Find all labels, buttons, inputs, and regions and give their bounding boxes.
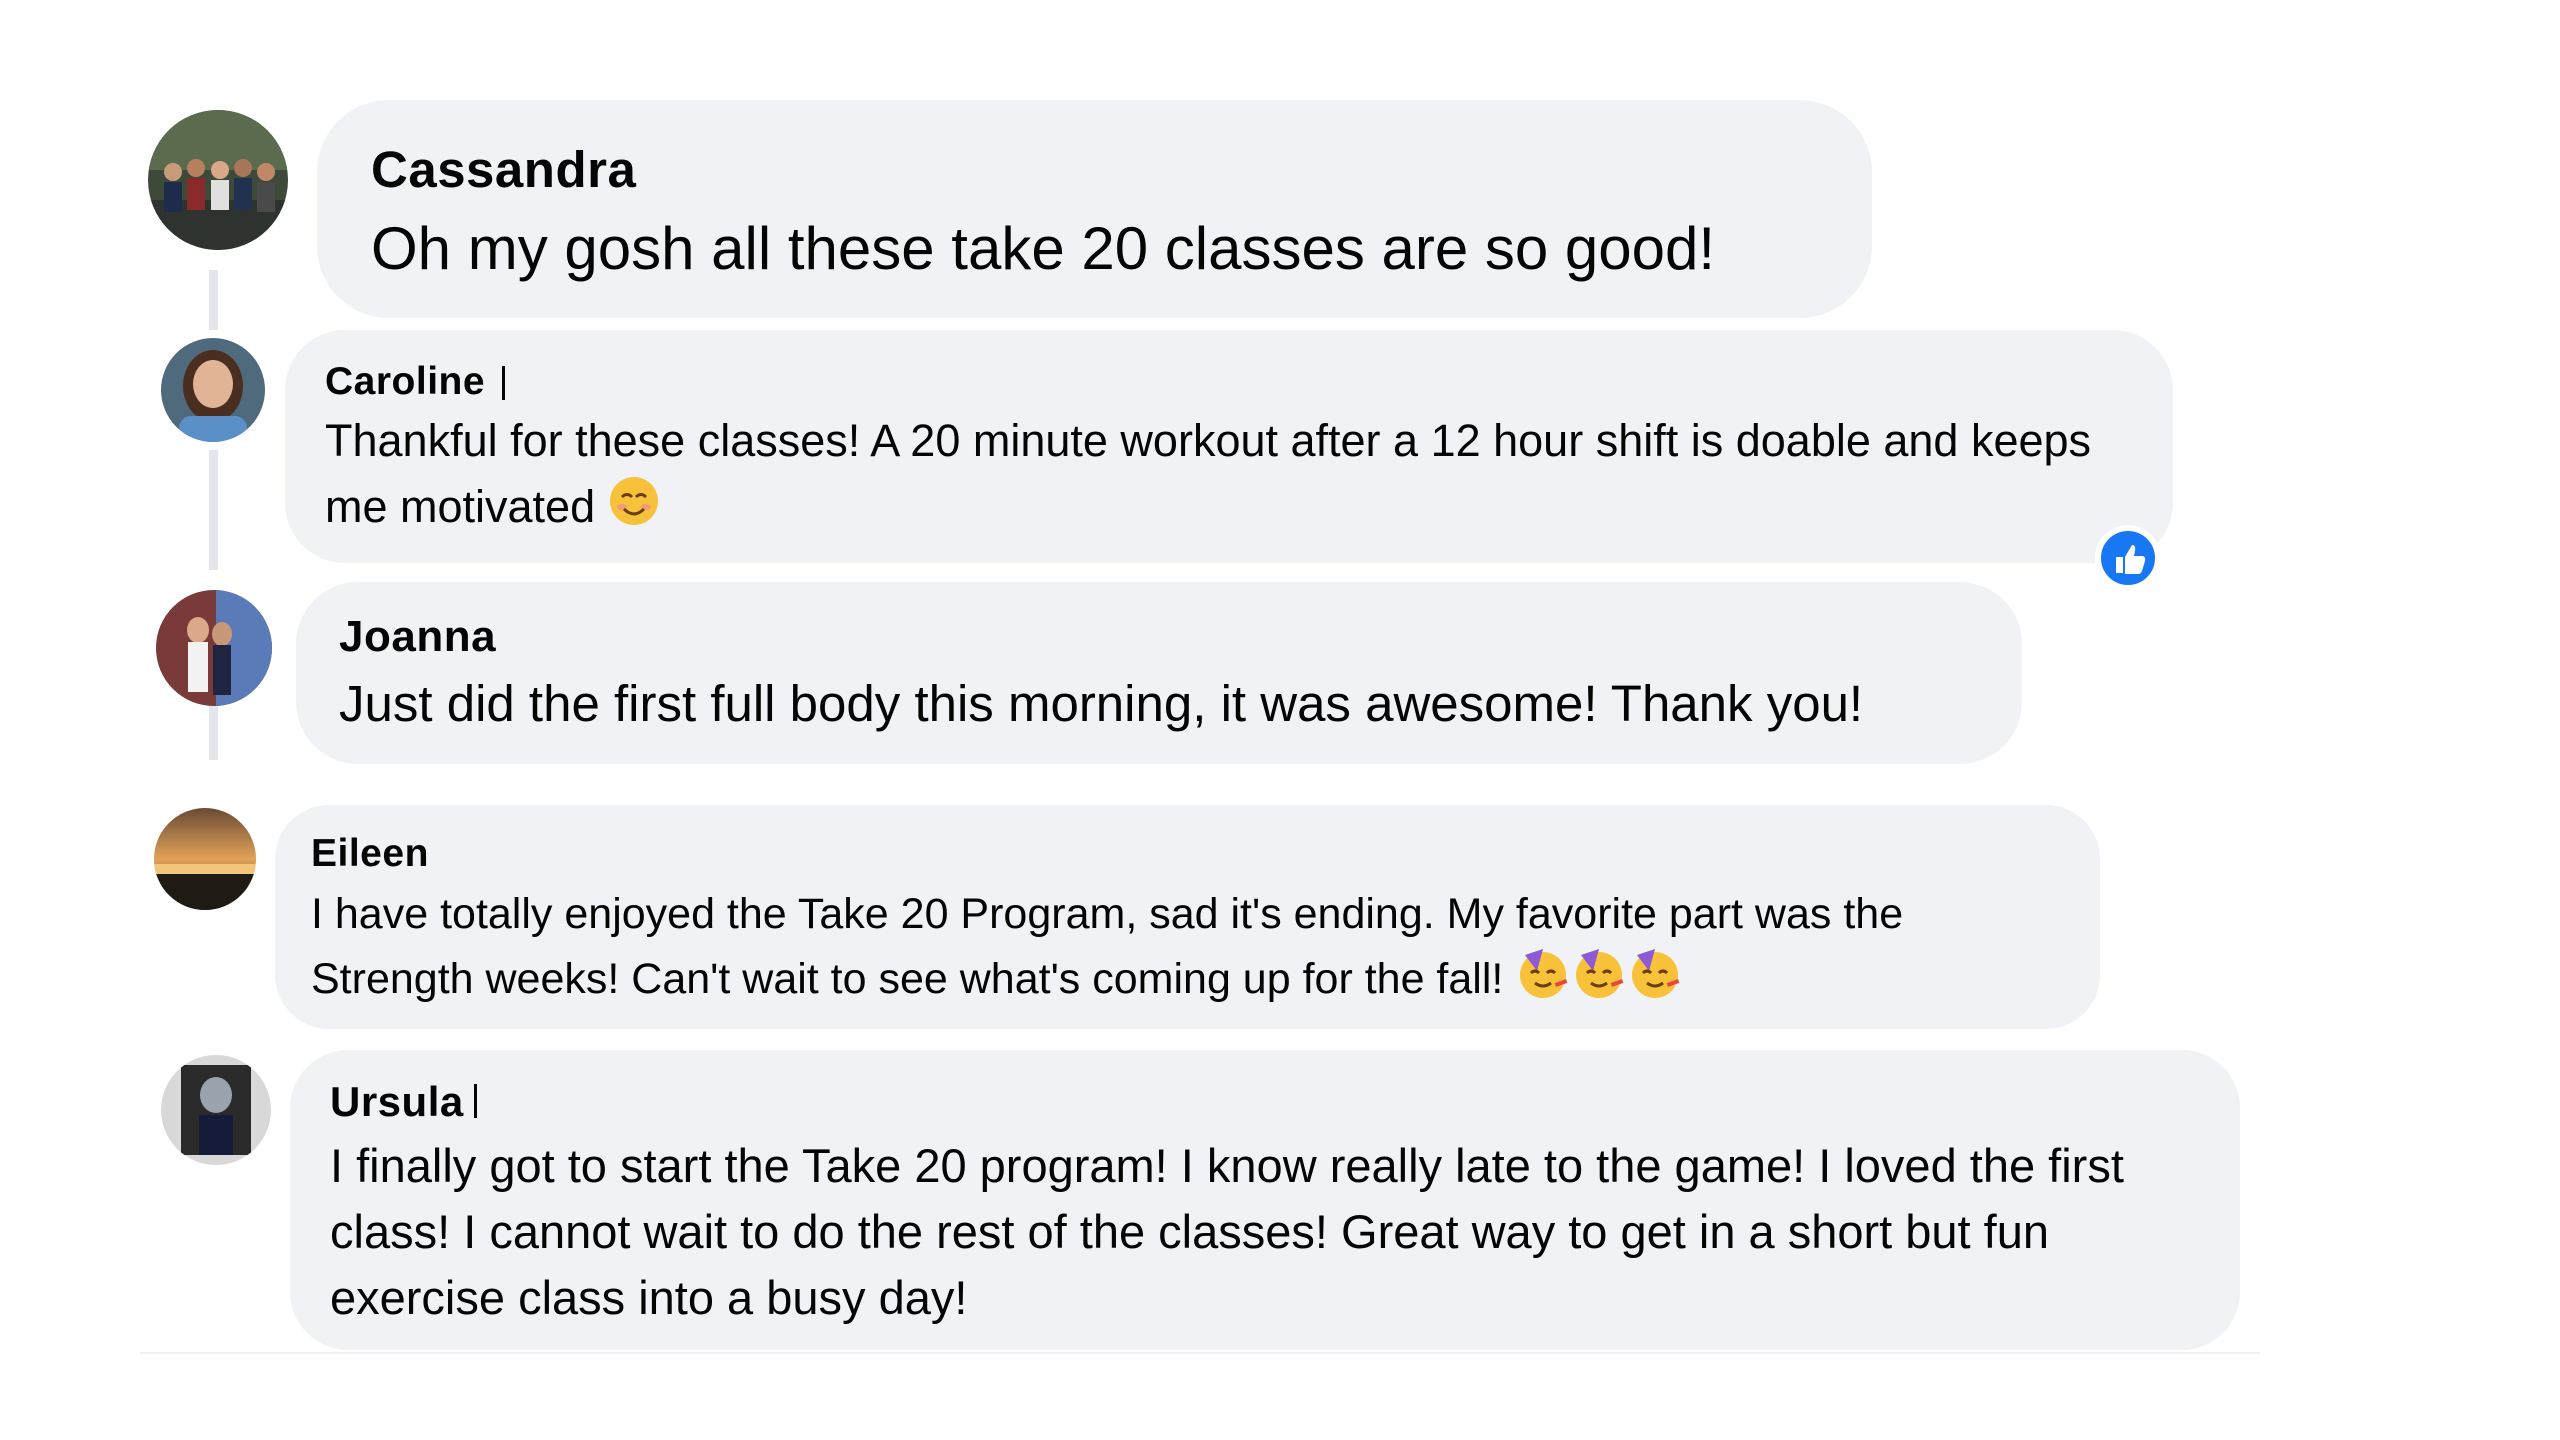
avatar[interactable] [148,110,288,250]
smiling-face-icon [608,475,660,545]
avatar[interactable] [154,808,256,910]
comment-text-content: Thankful for these classes! A 20 minute … [325,415,2092,532]
thread-line [209,700,218,760]
partying-face-icon [1515,945,1683,1018]
name-cursor [502,366,505,400]
avatar[interactable] [161,338,265,442]
comment-author[interactable]: Joanna [339,612,496,662]
comment-text: Thankful for these classes! A 20 minute … [325,408,2125,545]
name-cursor [474,1084,477,1118]
like-icon[interactable] [2095,525,2161,591]
comment-bubble: Eileen I have totally enjoyed the Take 2… [275,805,2100,1029]
avatar[interactable] [161,1055,271,1165]
avatar[interactable] [156,590,272,706]
comment-bubble: Joanna Just did the first full body this… [296,582,2022,764]
comment-author[interactable]: Ursula [330,1078,464,1126]
comment-bubble: Cassandra Oh my gosh all these take 20 c… [317,100,1872,318]
comment-text: I have totally enjoyed the Take 20 Progr… [311,883,2071,1018]
thread-line [209,450,218,570]
comment-author[interactable]: Caroline [325,360,485,404]
comment-bubble: Caroline Thankful for these classes! A 2… [285,330,2173,563]
comment-author[interactable]: Cassandra [371,140,636,199]
comment-author[interactable]: Eileen [311,832,429,876]
comment-text: I finally got to start the Take 20 progr… [330,1139,2124,1324]
thread-line [209,270,218,330]
comment-bubble: Ursula I finally got to start the Take 2… [290,1050,2240,1350]
comment-text: Just did the first full body this mornin… [339,675,1864,732]
comment-text: Oh my gosh all these take 20 classes are… [371,215,1716,282]
divider [140,1352,2260,1354]
